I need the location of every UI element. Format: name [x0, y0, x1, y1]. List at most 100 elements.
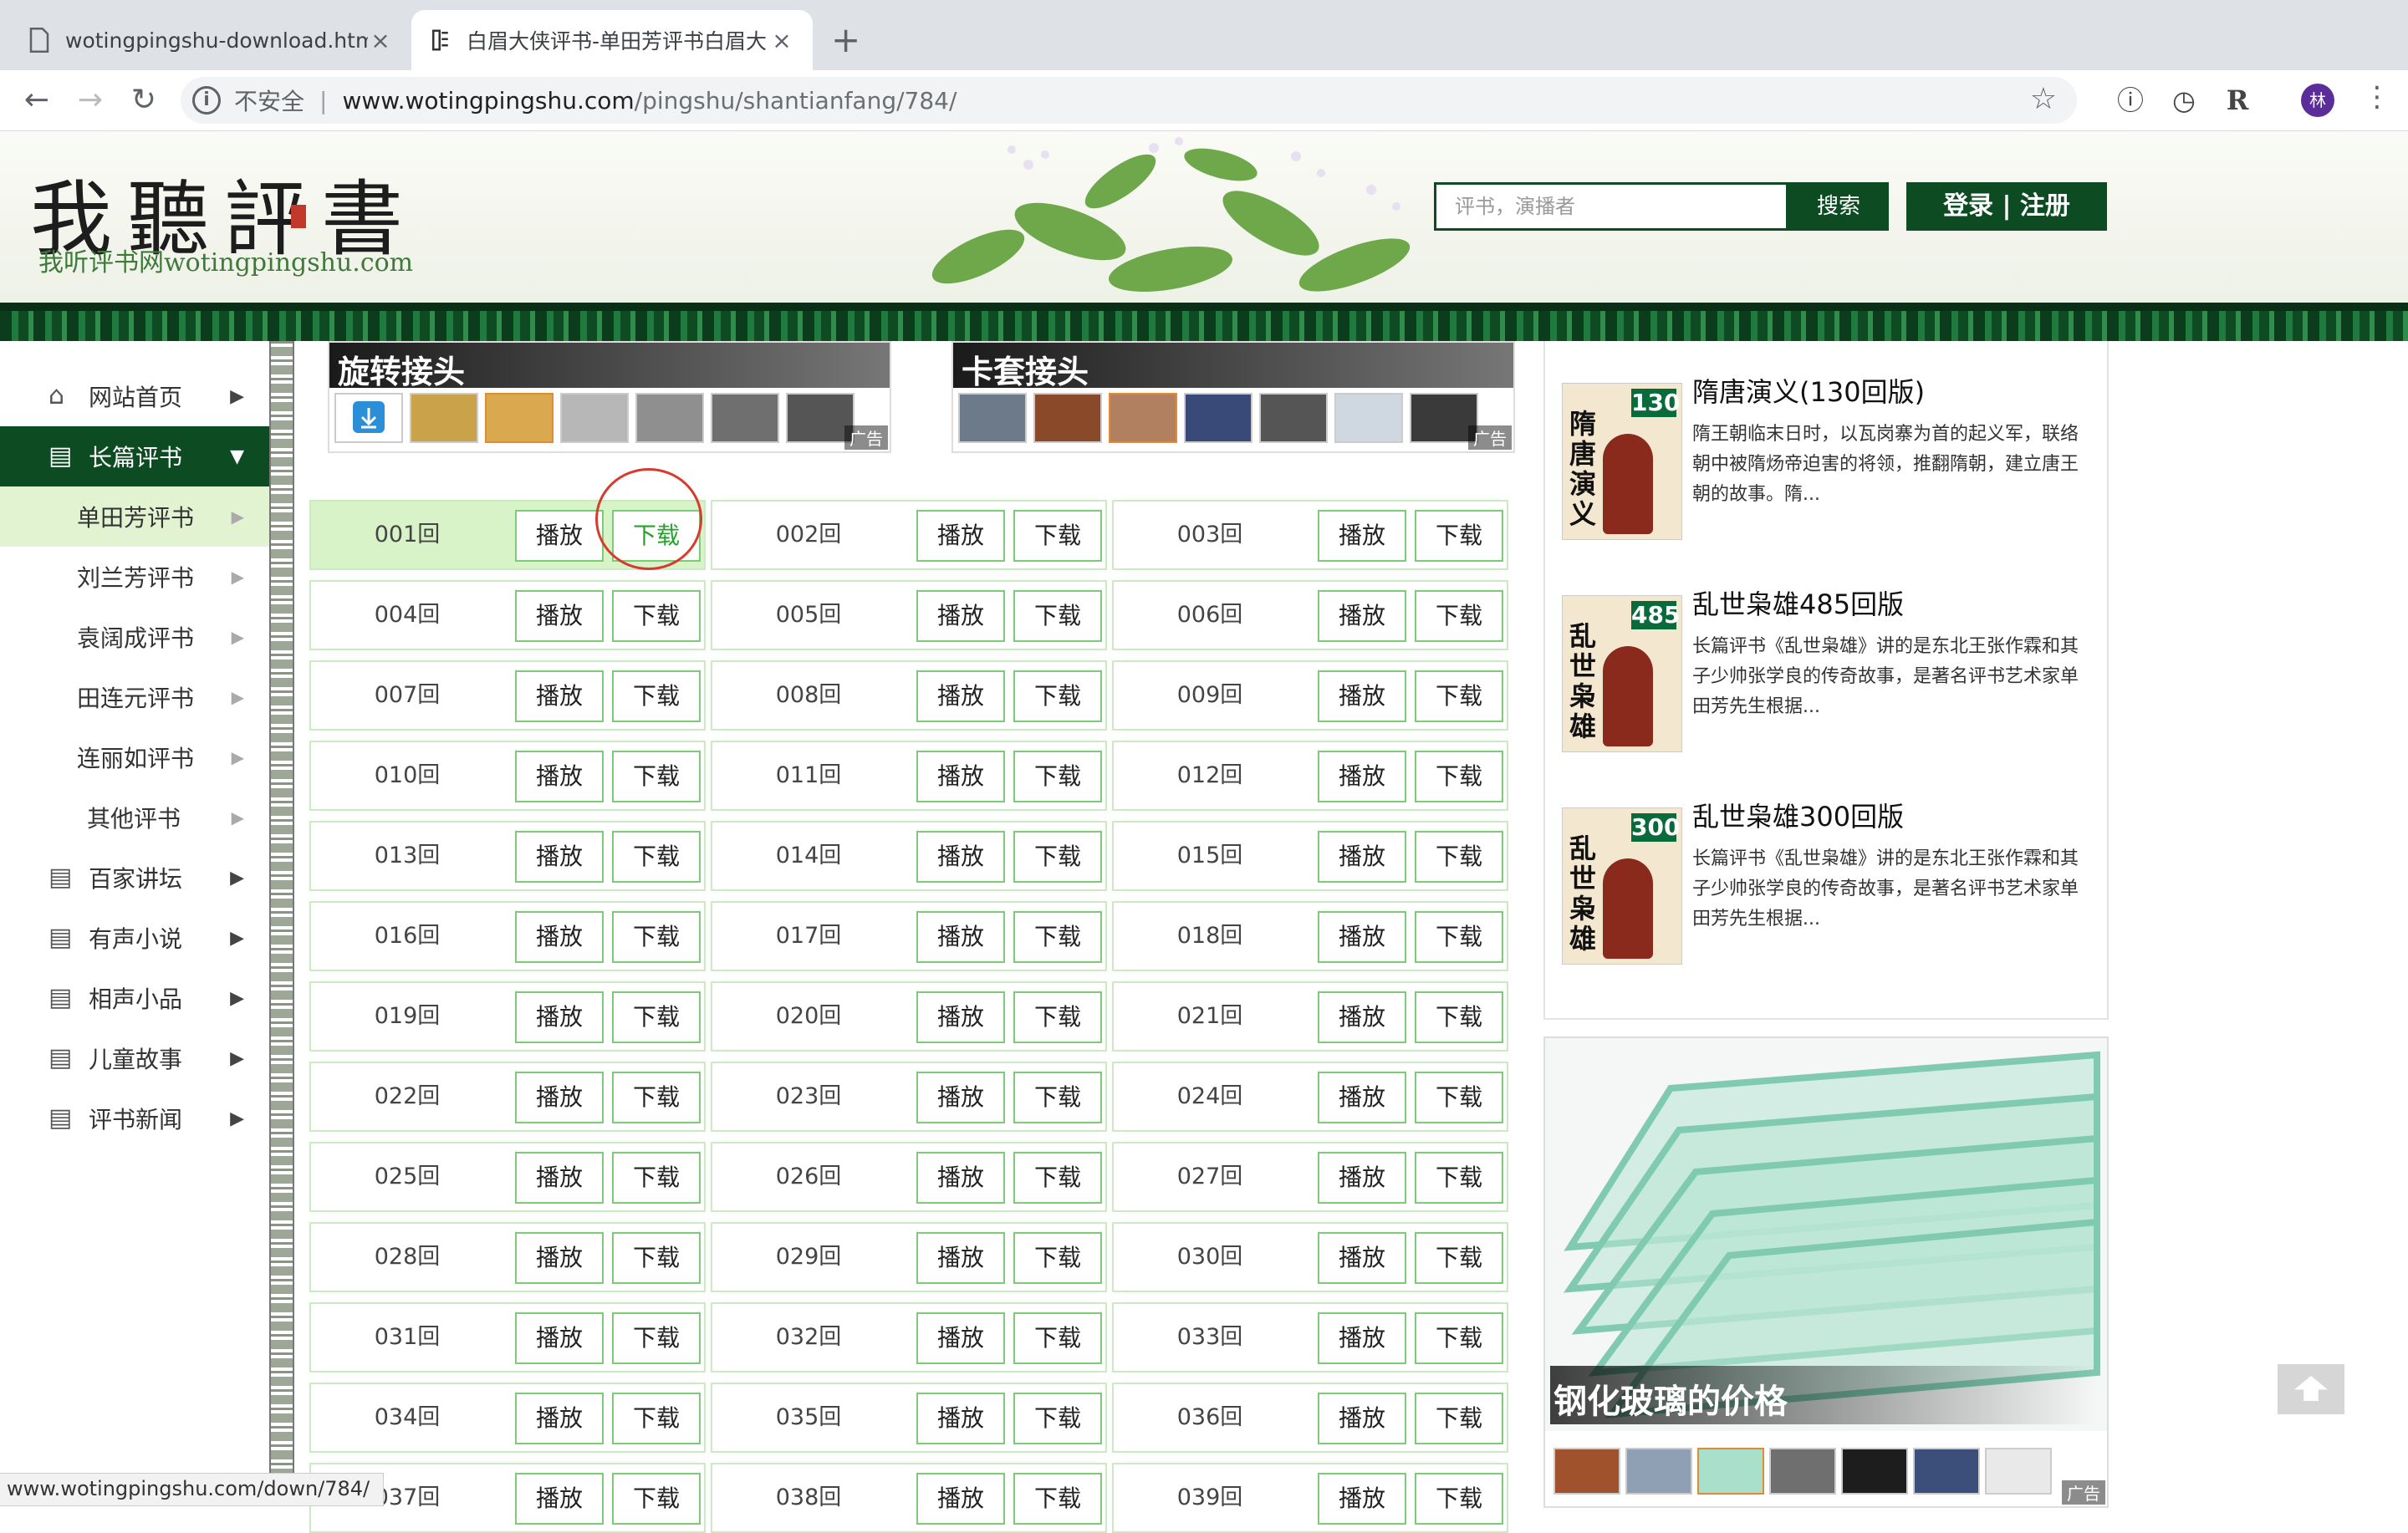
- download-button[interactable]: 下载: [1415, 911, 1503, 963]
- extension-info-icon[interactable]: ⓘ: [2112, 82, 2149, 119]
- play-button[interactable]: 播放: [515, 510, 604, 562]
- download-button[interactable]: 下载: [612, 991, 701, 1043]
- sidebar-subitem-liulanfang[interactable]: 刘兰芳评书 ▶: [0, 547, 269, 607]
- play-button[interactable]: 播放: [515, 751, 604, 802]
- download-button[interactable]: 下载: [1013, 510, 1102, 562]
- new-tab-button[interactable]: +: [831, 22, 860, 59]
- download-button[interactable]: 下载: [1415, 1393, 1503, 1444]
- play-button[interactable]: 播放: [916, 991, 1005, 1043]
- play-button[interactable]: 播放: [916, 670, 1005, 722]
- ad-thumbnail[interactable]: [1033, 393, 1102, 443]
- ad-thumbnail[interactable]: [1334, 393, 1403, 443]
- ad-thumbnail[interactable]: [485, 393, 554, 443]
- play-button[interactable]: 播放: [515, 590, 604, 642]
- download-button[interactable]: 下载: [1013, 590, 1102, 642]
- ad-thumbnail[interactable]: [1553, 1448, 1620, 1495]
- sidebar-item-home[interactable]: ⌂ 网站首页 ▶: [0, 366, 269, 426]
- play-button[interactable]: 播放: [515, 1312, 604, 1364]
- download-button[interactable]: 下载: [1415, 1072, 1503, 1123]
- play-button[interactable]: 播放: [916, 831, 1005, 883]
- ad-thumbnail[interactable]: [1841, 1448, 1908, 1495]
- download-button[interactable]: 下载: [1415, 1473, 1503, 1525]
- download-button[interactable]: 下载: [1013, 911, 1102, 963]
- ad-thumbnail[interactable]: [1913, 1448, 1980, 1495]
- ad-label[interactable]: 广告: [844, 425, 888, 450]
- reload-button[interactable]: ↻: [125, 82, 162, 119]
- ad-tempered-glass[interactable]: 钢化玻璃的价格 广告: [1543, 1036, 2109, 1508]
- book-cover[interactable]: 130 隋唐演义: [1562, 383, 1682, 540]
- download-button[interactable]: 下载: [1013, 991, 1102, 1043]
- sidebar-item-news[interactable]: ▤ 评书新闻 ▶: [0, 1088, 269, 1148]
- ad-thumbnail[interactable]: [410, 393, 478, 443]
- book-cover[interactable]: 485 乱世枭雄: [1562, 595, 1682, 752]
- sidebar-item-long-pingshu[interactable]: ▤ 长篇评书 ▼: [0, 426, 269, 486]
- play-button[interactable]: 播放: [1318, 991, 1406, 1043]
- play-button[interactable]: 播放: [916, 751, 1005, 802]
- browser-menu-icon[interactable]: ⋮: [2363, 80, 2391, 114]
- play-button[interactable]: 播放: [1318, 590, 1406, 642]
- ad-thumbnail[interactable]: [1985, 1448, 2052, 1495]
- forward-button[interactable]: →: [72, 82, 109, 119]
- download-button[interactable]: 下载: [1415, 751, 1503, 802]
- book-title[interactable]: 乱世枭雄485回版: [1692, 583, 1904, 622]
- download-button[interactable]: 下载: [1415, 1152, 1503, 1204]
- search-input[interactable]: 评书，演播者: [1434, 182, 1788, 231]
- play-button[interactable]: 播放: [916, 1152, 1005, 1204]
- profile-avatar[interactable]: 林: [2301, 84, 2334, 117]
- play-button[interactable]: 播放: [916, 590, 1005, 642]
- download-button[interactable]: 下载: [1013, 670, 1102, 722]
- download-button[interactable]: 下载: [1415, 1312, 1503, 1364]
- download-button[interactable]: 下载: [612, 751, 701, 802]
- play-button[interactable]: 播放: [916, 510, 1005, 562]
- download-button[interactable]: 下载: [1013, 1072, 1102, 1123]
- play-button[interactable]: 播放: [916, 1312, 1005, 1364]
- play-button[interactable]: 播放: [515, 1072, 604, 1123]
- extension-clock-icon[interactable]: ◷: [2166, 82, 2202, 119]
- download-button[interactable]: 下载: [612, 1393, 701, 1444]
- download-button[interactable]: 下载: [612, 831, 701, 883]
- play-button[interactable]: 播放: [515, 1473, 604, 1525]
- download-button[interactable]: 下载: [612, 1152, 701, 1204]
- ad-thumbnail[interactable]: [711, 393, 779, 443]
- back-to-top-button[interactable]: [2278, 1364, 2344, 1414]
- download-button[interactable]: 下载: [1415, 510, 1503, 562]
- sidebar-item-children[interactable]: ▤ 儿童故事 ▶: [0, 1028, 269, 1088]
- close-tab-icon[interactable]: ×: [368, 27, 393, 54]
- ad-thumbnail[interactable]: [958, 393, 1027, 443]
- play-button[interactable]: 播放: [1318, 751, 1406, 802]
- ad-thumbnail[interactable]: [1259, 393, 1328, 443]
- book-title[interactable]: 乱世枭雄300回版: [1692, 796, 1904, 834]
- play-button[interactable]: 播放: [916, 1232, 1005, 1284]
- sidebar-subitem-shantianfang[interactable]: 单田芳评书 ▶: [0, 486, 269, 547]
- download-button[interactable]: 下载: [612, 590, 701, 642]
- download-button[interactable]: 下载: [612, 1312, 701, 1364]
- download-button[interactable]: 下载: [612, 670, 701, 722]
- download-button[interactable]: 下载: [612, 911, 701, 963]
- close-tab-icon[interactable]: ×: [769, 27, 794, 54]
- sidebar-subitem-tianlianyuan[interactable]: 田连元评书 ▶: [0, 667, 269, 727]
- recommended-book[interactable]: 300 乱世枭雄 乱世枭雄300回版 长篇评书《乱世枭雄》讲的是东北王张作霖和其子少帅…: [1562, 796, 2094, 965]
- play-button[interactable]: 播放: [1318, 1393, 1406, 1444]
- play-button[interactable]: 播放: [1318, 1473, 1406, 1525]
- download-button[interactable]: 下载: [1415, 590, 1503, 642]
- download-button[interactable]: 下载: [612, 1072, 701, 1123]
- sidebar-item-crosstalk[interactable]: ▤ 相声小品 ▶: [0, 968, 269, 1028]
- download-button[interactable]: 下载: [1415, 670, 1503, 722]
- ad-label[interactable]: 广告: [1468, 425, 1512, 450]
- sidebar-item-baijia[interactable]: ▤ 百家讲坛 ▶: [0, 848, 269, 908]
- ad-thumbnail[interactable]: [560, 393, 629, 443]
- play-button[interactable]: 播放: [1318, 911, 1406, 963]
- back-button[interactable]: ←: [18, 82, 55, 119]
- download-button[interactable]: 下载: [1013, 1393, 1102, 1444]
- book-title[interactable]: 隋唐演义(130回版): [1692, 371, 1925, 410]
- play-button[interactable]: 播放: [916, 1473, 1005, 1525]
- sidebar-subitem-lianliru[interactable]: 连丽如评书 ▶: [0, 727, 269, 787]
- recommended-book[interactable]: 485 乱世枭雄 乱世枭雄485回版 长篇评书《乱世枭雄》讲的是东北王张作霖和其子少帅…: [1562, 583, 2094, 752]
- play-button[interactable]: 播放: [515, 991, 604, 1043]
- play-button[interactable]: 播放: [515, 1152, 604, 1204]
- download-button[interactable]: 下载: [1415, 831, 1503, 883]
- download-button[interactable]: 下载: [1415, 1232, 1503, 1284]
- ad-thumbnail[interactable]: [1625, 1448, 1692, 1495]
- info-icon[interactable]: i: [192, 86, 221, 115]
- download-button[interactable]: 下载: [612, 1473, 701, 1525]
